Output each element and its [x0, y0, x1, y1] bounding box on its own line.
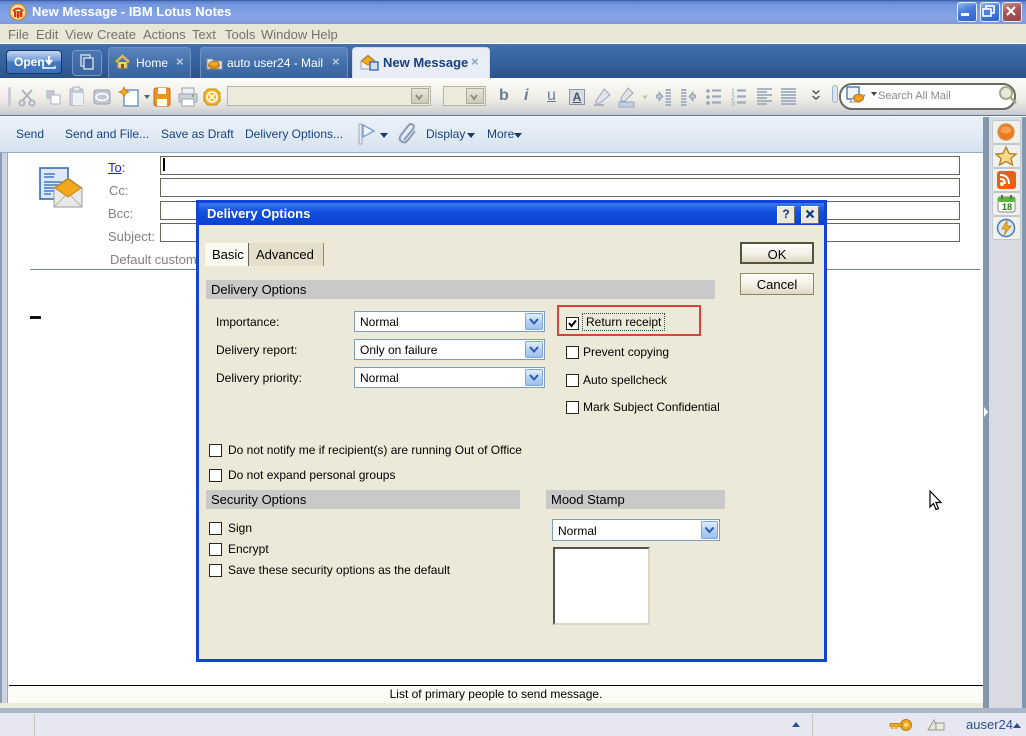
svg-text:18: 18: [1002, 202, 1012, 212]
svg-text:3: 3: [731, 101, 735, 106]
